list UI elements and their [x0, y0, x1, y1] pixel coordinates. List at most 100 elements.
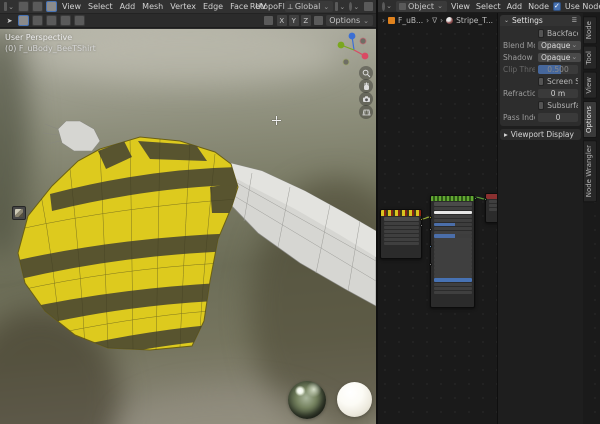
node-header-strip [431, 196, 474, 201]
menu-view[interactable]: View [449, 2, 472, 11]
shader-editor: ⌄ Object⌄ View Select Add Node ✓ Use Nod… [376, 0, 600, 424]
refraction-depth-label: Refraction... [503, 89, 535, 98]
perspective-toggle-icon[interactable] [359, 105, 373, 119]
blend-mode-label: Blend Mode [503, 41, 535, 50]
arm-mesh [218, 161, 376, 306]
mirror-z-button[interactable]: Z [301, 15, 311, 26]
shadow-mode-dropdown[interactable]: Opaque⌄ [538, 53, 581, 62]
active-tool-icon[interactable]: ➤ [4, 15, 15, 26]
tab-tool[interactable]: Tool [583, 46, 597, 70]
menu-add[interactable]: Add [505, 2, 525, 11]
active-object-label: (0) F_uBody_BeeTShirt [5, 43, 96, 54]
tab-view[interactable]: View [583, 72, 597, 99]
breadcrumb-material[interactable]: Stripe_T... [456, 16, 493, 25]
tool-select-lasso-button[interactable] [60, 15, 71, 26]
menu-select[interactable]: Select [474, 2, 503, 11]
mouse-cursor [272, 116, 281, 125]
sidebar-tabs: Node Tool View Options Node Wrangler [583, 16, 597, 202]
breadcrumb-object[interactable]: F_uB... [398, 16, 423, 25]
surface-input-socket[interactable] [484, 198, 487, 201]
tab-node-wrangler[interactable]: Node Wrangler [583, 140, 597, 202]
retopoflow-menu[interactable]: RetopoFlow⌄ [272, 1, 283, 12]
settings-panel: ⌄ Settings ☰ Backface Cu... Blend Mode O… [500, 15, 581, 126]
screen-space-checkbox[interactable] [538, 77, 544, 86]
base-color-input-socket[interactable] [429, 216, 432, 219]
viewport-canvas[interactable]: User Perspective (0) F_uBody_BeeTShirt [0, 29, 376, 424]
settings-panel-header[interactable]: ⌄ Settings ☰ [500, 15, 581, 26]
editor-type-button[interactable]: ⌄ [4, 1, 15, 12]
tool-cursor-button[interactable] [74, 15, 85, 26]
subsurface-checkbox[interactable] [538, 101, 544, 110]
subsurface-label: Subsurface ... [547, 101, 578, 110]
menu-select[interactable]: Select [85, 2, 116, 11]
tool-select-box-button[interactable] [32, 15, 43, 26]
menu-view[interactable]: View [59, 2, 84, 11]
texture-preview-strip [381, 210, 421, 216]
input-socket[interactable] [429, 228, 432, 231]
refraction-depth-field[interactable]: 0 m [538, 89, 578, 98]
viewport-display-panel[interactable]: ▸ Viewport Display [500, 129, 581, 140]
shadow-mode-label: Shadow ... [503, 53, 535, 62]
bsdf-output-socket[interactable] [474, 197, 477, 200]
material-preview-sphere-white [337, 382, 372, 417]
tab-node[interactable]: Node [583, 16, 597, 44]
blend-mode-dropdown[interactable]: Opaque⌄ [538, 41, 581, 50]
face-select-icon[interactable] [46, 1, 57, 12]
menu-vertex[interactable]: Vertex [167, 2, 199, 11]
mesh-data-icon: ∇ [432, 16, 437, 25]
pan-icon[interactable] [359, 79, 373, 93]
object-icon [388, 17, 395, 24]
tool-select-circle-button[interactable] [46, 15, 57, 26]
color-output-socket[interactable] [420, 218, 423, 221]
input-socket[interactable] [429, 245, 432, 248]
principled-bsdf-node[interactable] [430, 195, 475, 308]
collapse-icon: ⌄ [504, 17, 509, 24]
menu-edge[interactable]: Edge [200, 2, 226, 11]
pass-index-field[interactable]: 0 [538, 113, 578, 122]
material-preview-sphere-metal [288, 381, 326, 419]
bee-shirt-model[interactable] [0, 29, 376, 424]
alpha-output-socket[interactable] [420, 224, 423, 227]
axis-neg-handle [360, 38, 366, 44]
menu-add[interactable]: Add [117, 2, 139, 11]
sidebar-panel: ⌄ Settings ☰ Backface Cu... Blend Mode O… [497, 13, 583, 424]
clip-threshold-slider[interactable]: 0.500 [538, 65, 578, 74]
edge-select-icon[interactable] [32, 1, 43, 12]
overlays-icon[interactable] [363, 1, 374, 12]
mirror-icon[interactable] [263, 15, 274, 26]
menu-node[interactable]: Node [526, 2, 551, 11]
orientation-icon: ⟂ [288, 2, 293, 12]
backface-culling-label: Backface Cu... [547, 29, 578, 38]
snap-magnet-icon[interactable]: ⌄ [335, 1, 346, 12]
clip-threshold-label: Clip Thres... [503, 65, 535, 74]
symmetry-icon[interactable] [313, 15, 324, 26]
viewport-display-label: Viewport Display [511, 130, 574, 139]
use-nodes-label: Use Nodes [563, 2, 600, 11]
view-perspective-label: User Perspective [5, 32, 96, 43]
panel-menu-icon[interactable]: ☰ [572, 17, 577, 24]
zoom-icon[interactable] [359, 66, 373, 80]
options-dropdown[interactable]: Options⌄ [326, 15, 373, 26]
proportional-edit-icon[interactable]: ⌄ [349, 1, 360, 12]
image-texture-node[interactable] [380, 209, 422, 259]
input-socket[interactable] [429, 263, 432, 266]
tool-tweak-button[interactable] [18, 15, 29, 26]
hand-mesh [43, 121, 100, 151]
mirror-y-button[interactable]: Y [289, 15, 299, 26]
camera-view-icon[interactable] [359, 92, 373, 106]
mirror-x-button[interactable]: X [277, 15, 287, 26]
use-nodes-checkbox[interactable]: ✓ [553, 2, 561, 11]
menu-mesh[interactable]: Mesh [139, 2, 166, 11]
axis-neg-handle [343, 59, 349, 65]
vertex-select-icon[interactable] [18, 1, 29, 12]
shader-type-dropdown[interactable]: Object⌄ [396, 1, 447, 12]
settings-title: Settings [512, 16, 543, 25]
editor-type-button[interactable]: ⌄ [382, 1, 393, 12]
backface-culling-checkbox[interactable] [538, 29, 544, 38]
tab-options[interactable]: Options [583, 101, 597, 138]
transform-orientation-dropdown[interactable]: ⟂Global⌄ [285, 1, 334, 12]
breadcrumb: › F_uB... › ∇ › Stripe_T... [382, 16, 493, 25]
object-icon [399, 3, 406, 10]
viewport-info-overlay: User Perspective (0) F_uBody_BeeTShirt [5, 32, 96, 54]
annotation-icon[interactable] [12, 206, 26, 220]
